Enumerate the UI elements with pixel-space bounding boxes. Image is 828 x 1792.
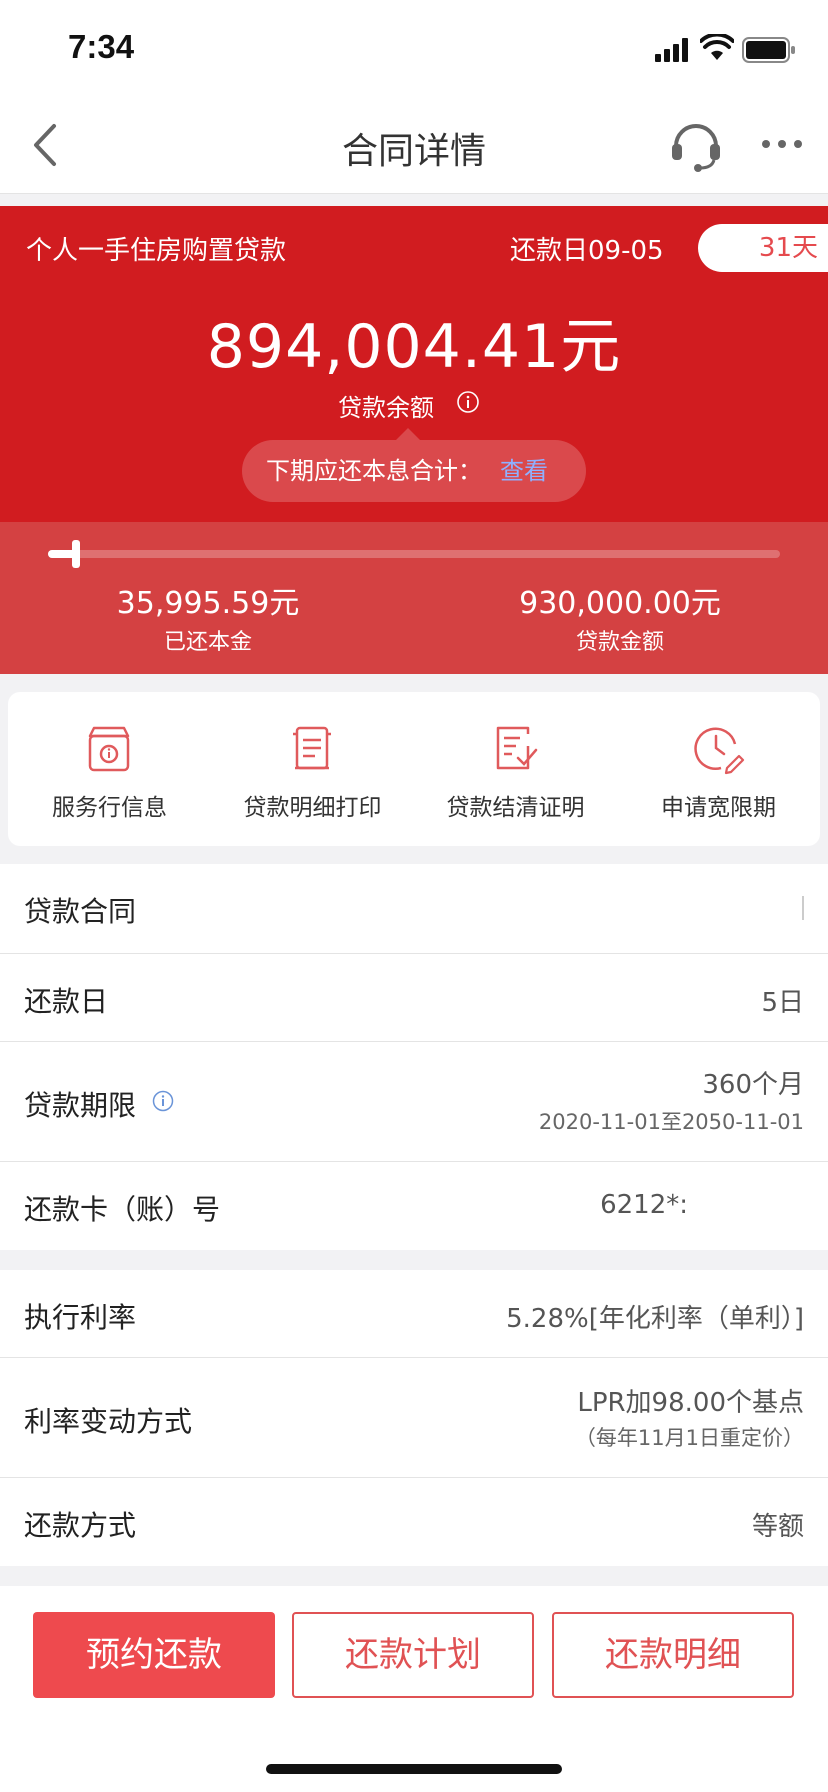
row-label: 还款卡（账）号: [24, 1193, 221, 1226]
rate-details: 执行利率 5.28%[年化利率（单利）] 利率变动方式 LPR加98.00个基点…: [0, 1270, 828, 1566]
row-divider-mark: [802, 896, 804, 920]
row-repay-card: 还款卡（账）号 6212*:: [0, 1162, 828, 1250]
service-settlement-certificate[interactable]: 贷款结清证明: [414, 692, 617, 846]
row-repay-method: 还款方式 等额: [0, 1478, 828, 1566]
repayment-plan-button[interactable]: 还款计划: [292, 1612, 534, 1698]
loan-summary-card: 个人一手住房购置贷款 还款日09-05 31天 894,004.41元 贷款余额…: [0, 206, 828, 522]
row-rate-change: 利率变动方式 LPR加98.00个基点 （每年11月1日重定价）: [0, 1358, 828, 1478]
row-value: 360个月: [702, 1070, 804, 1100]
contract-details: 贷款合同 还款日 5日 贷款期限 360个月 2020-11-01至2050-1…: [0, 864, 828, 1250]
print-document-icon: [293, 726, 331, 770]
tooltip-caret: [396, 428, 420, 440]
cellular-signal-icon: [655, 38, 688, 62]
row-label: 执行利率: [24, 1301, 137, 1334]
row-subvalue: 2020-11-01至2050-11-01: [538, 1110, 804, 1134]
loan-amount-label: 贷款金额: [575, 630, 664, 655]
paid-principal-label: 已还本金: [163, 630, 252, 655]
service-shortcuts: 服务行信息 贷款明细打印 贷款结清证明 申请宽限期: [8, 692, 820, 846]
row-loan-term: 贷款期限 360个月 2020-11-01至2050-11-01: [0, 1042, 828, 1162]
paid-principal-amount: 35,995.59元: [116, 586, 300, 621]
next-payment-label: 下期应还本息合计：: [266, 457, 482, 485]
info-icon[interactable]: [152, 1090, 174, 1112]
loan-balance-label: 贷款余额: [338, 394, 434, 422]
row-value: 5日: [761, 988, 804, 1018]
home-indicator: [266, 1764, 562, 1774]
more-options-icon[interactable]: [760, 132, 804, 156]
row-label: 还款方式: [24, 1509, 137, 1542]
next-payment-pill: 下期应还本息合计： 查看: [242, 440, 586, 502]
row-label: 贷款期限: [24, 1089, 137, 1122]
progress-knob: [72, 540, 81, 568]
loan-balance: 894,004.41元: [206, 312, 622, 382]
loan-amount: 930,000.00元: [519, 586, 721, 621]
row-repay-day: 还款日 5日: [0, 954, 828, 1042]
row-subvalue: （每年11月1日重定价）: [574, 1426, 804, 1450]
service-label: 申请宽限期: [661, 795, 776, 821]
row-value: 6212*:: [600, 1190, 688, 1220]
customer-service-headset-icon[interactable]: [668, 116, 724, 174]
progress-track: [48, 540, 780, 568]
row-interest-rate: 执行利率 5.28%[年化利率（单利）]: [0, 1270, 828, 1358]
bank-info-icon: [88, 726, 130, 772]
row-value: 5.28%[年化利率（单利）]: [506, 1304, 804, 1334]
loan-type: 个人一手住房购置贷款: [26, 236, 287, 266]
bottom-action-bar: 预约还款 还款计划 还款明细: [0, 1586, 828, 1792]
row-label: 利率变动方式: [24, 1405, 193, 1438]
repayment-progress: 35,995.59元 已还本金 930,000.00元 贷款金额: [0, 522, 828, 674]
certificate-check-icon: [496, 726, 538, 770]
row-label: 贷款合同: [24, 895, 137, 928]
row-value: LPR加98.00个基点: [577, 1388, 804, 1418]
service-label: 服务行信息: [52, 795, 167, 821]
status-bar: 7:34: [0, 0, 828, 96]
repay-date: 还款日09-05: [510, 236, 664, 266]
book-repayment-button[interactable]: 预约还款: [33, 1612, 275, 1698]
battery-icon: [742, 37, 795, 63]
service-grace-period[interactable]: 申请宽限期: [617, 692, 820, 846]
view-next-payment-link[interactable]: 查看: [500, 457, 548, 485]
status-time: 7:34: [68, 28, 135, 65]
service-label: 贷款结清证明: [446, 795, 585, 821]
row-value: 等额: [751, 1512, 804, 1542]
clock-edit-icon: [694, 727, 745, 775]
wifi-icon: [700, 34, 734, 60]
row-label: 还款日: [24, 985, 109, 1018]
repayment-detail-button[interactable]: 还款明细: [552, 1612, 794, 1698]
service-print-detail[interactable]: 贷款明细打印: [211, 692, 414, 846]
info-icon[interactable]: [456, 390, 480, 414]
days-left-badge: 31天: [698, 224, 828, 272]
service-bank-info[interactable]: 服务行信息: [8, 692, 211, 846]
service-label: 贷款明细打印: [243, 795, 382, 821]
nav-bar: 合同详情: [0, 96, 828, 194]
row-loan-contract[interactable]: 贷款合同: [0, 864, 828, 954]
